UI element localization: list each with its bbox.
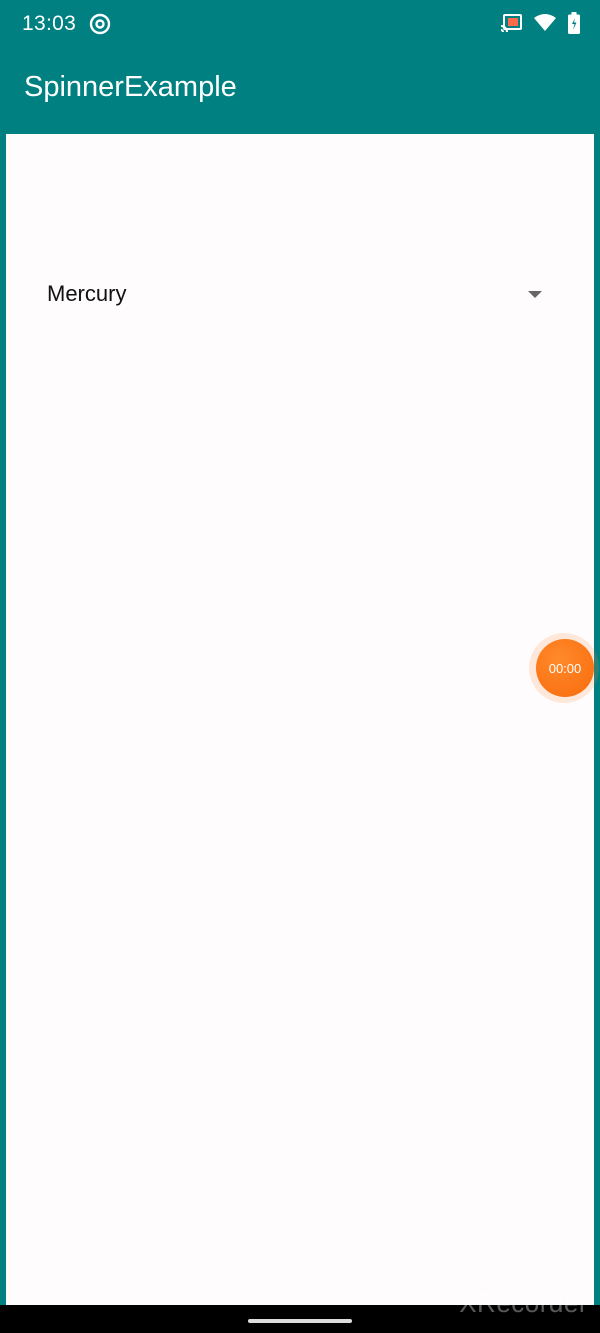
- screen: 13:03 SpinnerExample Mercury 00:00 XReco…: [0, 0, 600, 1333]
- recorder-watermark: XRecorder: [459, 1288, 588, 1318]
- status-time: 13:03: [22, 12, 77, 35]
- status-bar: 13:03: [0, 0, 600, 50]
- battery-icon: [568, 12, 580, 39]
- status-icons: [500, 12, 580, 39]
- wifi-icon: [534, 14, 556, 37]
- home-gesture-handle[interactable]: [248, 1319, 352, 1323]
- recorder-timer: 00:00: [548, 660, 582, 676]
- content-area: Mercury: [6, 134, 594, 1305]
- app-toolbar: SpinnerExample: [0, 50, 600, 134]
- at-sign-icon: [88, 12, 112, 36]
- dropdown-arrow-icon: [528, 291, 542, 298]
- recorder-timer-button[interactable]: 00:00: [536, 639, 594, 697]
- spinner-selected-value: Mercury: [47, 281, 127, 306]
- cast-icon: [500, 14, 522, 37]
- app-title: SpinnerExample: [24, 71, 237, 103]
- planet-spinner[interactable]: Mercury: [34, 270, 554, 318]
